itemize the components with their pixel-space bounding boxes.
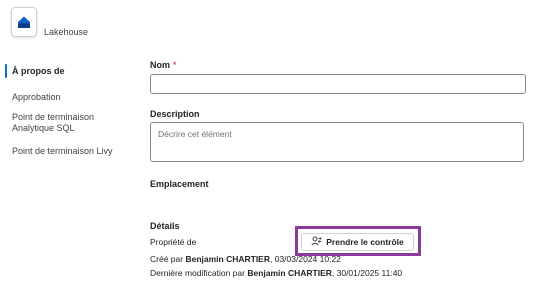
nav-item-approval[interactable]: Approbation xyxy=(12,92,61,103)
active-nav-indicator xyxy=(5,64,7,78)
name-label-text: Nom xyxy=(150,60,170,70)
location-label: Emplacement xyxy=(150,179,209,189)
nav-item-sql-endpoint[interactable]: Point de terminaison Analytique SQL xyxy=(12,112,122,134)
description-label: Description xyxy=(150,109,200,119)
created-date: , 03/03/2024 10:22 xyxy=(270,254,341,264)
ownership-label: Propriété de xyxy=(150,237,197,247)
modified-date: , 30/01/2025 11:40 xyxy=(331,268,403,278)
modified-by: Benjamin CHARTIER xyxy=(247,268,332,278)
details-heading: Détails xyxy=(150,221,180,231)
created-prefix: Créé par xyxy=(150,254,184,264)
description-textarea[interactable]: Décrire cet élément xyxy=(150,122,524,162)
name-input[interactable] xyxy=(150,74,526,94)
created-info: Créé par Benjamin CHARTIER, 03/03/2024 1… xyxy=(150,254,341,264)
nav-item-about[interactable]: À propos de xyxy=(12,66,65,77)
modified-info: Dernière modification par Benjamin CHART… xyxy=(150,268,402,278)
name-label: Nom * xyxy=(150,60,177,70)
item-name: Lakehouse xyxy=(44,27,89,37)
nav-item-livy-endpoint[interactable]: Point de terminaison Livy xyxy=(12,146,113,157)
required-marker: * xyxy=(173,60,177,70)
highlight-box xyxy=(295,226,421,256)
lakehouse-icon xyxy=(11,7,37,37)
description-placeholder: Décrire cet élément xyxy=(158,129,232,139)
created-by: Benjamin CHARTIER xyxy=(185,254,270,264)
modified-prefix: Dernière modification par xyxy=(150,268,245,278)
